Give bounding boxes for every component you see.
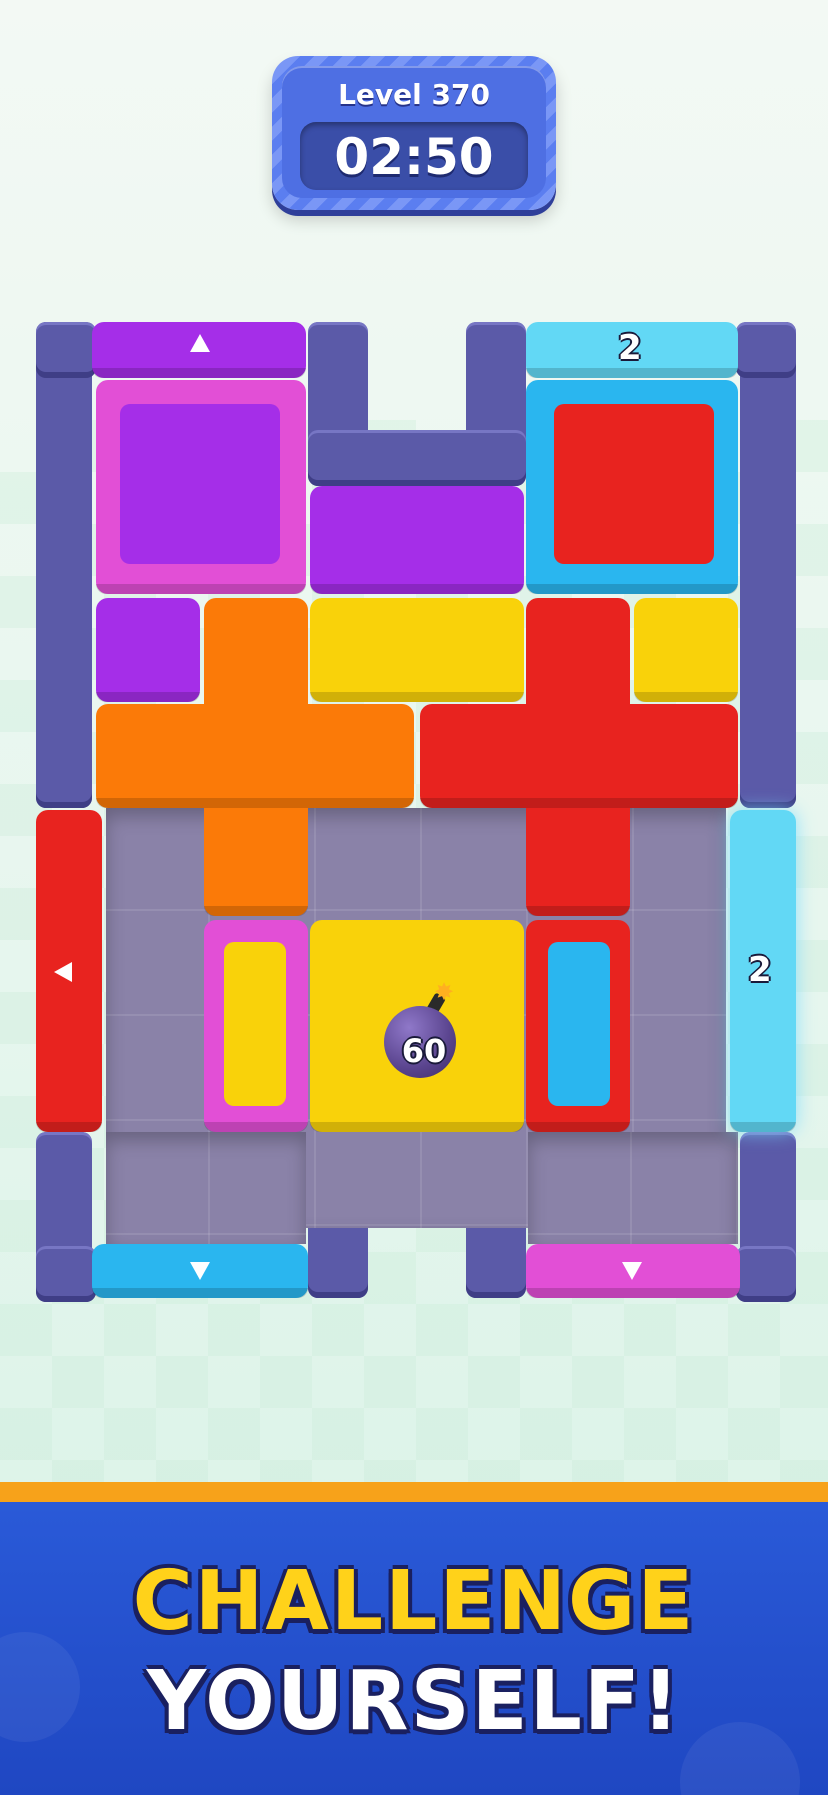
block-purple-small[interactable] [96, 598, 200, 702]
puzzle-board: 2 2 ✸ 60 [0, 0, 828, 1320]
wall-corner-tl [36, 322, 96, 378]
inner-cyan-bar [548, 942, 610, 1106]
exit-bottom-right[interactable] [526, 1244, 740, 1298]
block-magenta-with-purple[interactable] [96, 380, 306, 594]
exit-top-right[interactable]: 2 [526, 322, 738, 378]
spark-icon: ✸ [434, 978, 455, 1006]
wall-top-notch-bottom [308, 430, 526, 486]
wall-right-upper [740, 322, 796, 808]
block-cyan-with-red[interactable] [526, 380, 738, 594]
bomb-icon: ✸ 60 [380, 978, 460, 1078]
board-floor-br [528, 1132, 738, 1244]
block-orange-plus-horizontal[interactable] [96, 704, 414, 808]
exit-right[interactable]: 2 [730, 810, 796, 1132]
block-yellow-small[interactable] [634, 598, 738, 702]
block-purple-bar[interactable] [310, 486, 524, 594]
block-red-plus-horizontal[interactable] [420, 704, 738, 808]
left-arrow-icon [54, 962, 72, 982]
banner-top-stripe [0, 1482, 828, 1502]
inner-purple-square [120, 404, 280, 564]
block-yellow-bar[interactable] [310, 598, 524, 702]
down-arrow-icon [622, 1262, 642, 1280]
wall-corner-tr [736, 322, 796, 378]
exit-top-left[interactable] [92, 322, 306, 378]
board-floor-bl [106, 1132, 306, 1244]
banner-headline-line2: YOURSELF! [146, 1654, 682, 1749]
up-arrow-icon [190, 334, 210, 352]
down-arrow-icon [190, 1262, 210, 1280]
banner-headline-line1: CHALLENGE [132, 1554, 696, 1649]
exit-top-right-count: 2 [618, 328, 642, 368]
promo-banner: CHALLENGE YOURSELF! [0, 1502, 828, 1795]
wall-corner-br [736, 1246, 796, 1302]
exit-left[interactable] [36, 810, 102, 1132]
block-magenta-with-yellow[interactable] [204, 920, 308, 1132]
wall-left-upper [36, 322, 92, 808]
exit-right-count: 2 [748, 950, 772, 990]
inner-red-square [554, 404, 714, 564]
block-red-with-cyan[interactable] [526, 920, 630, 1132]
exit-bottom-left[interactable] [92, 1244, 308, 1298]
wall-corner-bl [36, 1246, 96, 1302]
bomb-counter: 60 [401, 1032, 447, 1070]
inner-yellow-bar [224, 942, 286, 1106]
